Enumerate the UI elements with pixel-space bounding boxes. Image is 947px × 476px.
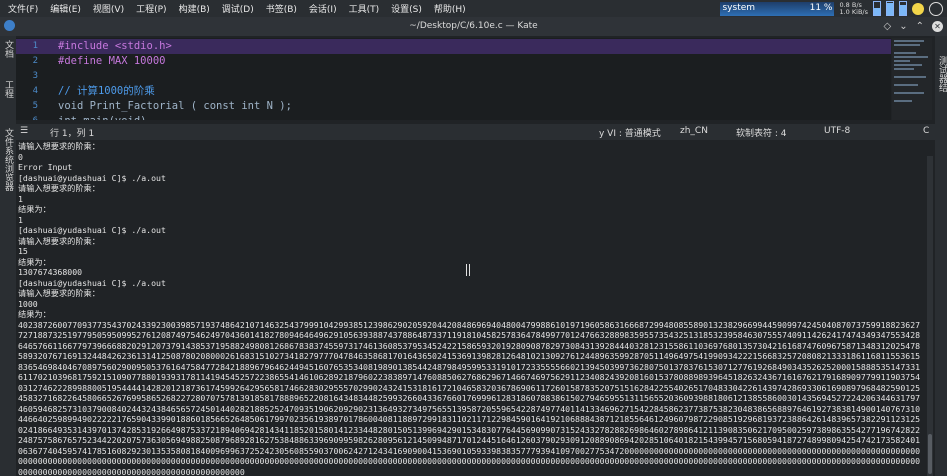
line-number: 1 xyxy=(32,41,38,51)
indent-setting[interactable]: 软制表符 : 4 xyxy=(736,126,786,139)
terminal-line: 结果为： xyxy=(18,204,51,214)
left-sidebar: 文档 工程 文件系统浏览器 xyxy=(0,36,16,476)
tab-right-panel[interactable]: 测试器结 xyxy=(936,56,947,92)
menu-bar: 文件(F) 编辑(E) 视图(V) 工程(P) 构建(B) 调试(D) 书签(B) 会话(I)… xyxy=(0,2,472,15)
code-line[interactable]: 3 xyxy=(16,69,891,84)
menu-item[interactable]: 视图(V) xyxy=(87,2,130,15)
terminal-line: Error Input xyxy=(18,162,73,172)
menu-item[interactable]: 文件(F) xyxy=(2,2,44,15)
input-mode[interactable]: y VI : 普通模式 xyxy=(599,126,661,139)
terminal-line: 请输入想要求的阶乘： xyxy=(18,235,100,246)
menu-item[interactable]: 工具(T) xyxy=(343,2,386,15)
code-text: // 计算1000的阶乘 xyxy=(58,85,155,97)
terminal-scrollbar[interactable] xyxy=(927,156,933,476)
code-text: #include <stdio.h> xyxy=(58,40,172,52)
code-text: #define MAX 10000 xyxy=(58,55,166,67)
terminal-output-block: 4023872600770937735437024339230039857193… xyxy=(18,319,921,476)
line-number: 4 xyxy=(32,86,38,96)
code-line[interactable]: 4 // 计算1000的阶乘 xyxy=(16,84,891,99)
cpu-bar[interactable] xyxy=(873,1,881,16)
code-line[interactable]: 6 int main(void) xyxy=(16,114,891,120)
terminal-line: 请输入想要求的阶乘： xyxy=(18,141,100,151)
maximize-icon[interactable]: ⌃ xyxy=(916,21,924,32)
system-tray: system 11 % 0.8 B/s 1.0 KiB/s xyxy=(720,0,947,17)
right-sidebar: 测试器结 xyxy=(935,36,947,476)
terminal-line: 请输入想要求的阶乘： xyxy=(18,183,100,193)
terminal-line: [dashuai@yudashuai C]$ ./a.out xyxy=(18,225,166,235)
terminal-line: 0 xyxy=(18,151,23,162)
menu-item[interactable]: 编辑(E) xyxy=(44,2,87,15)
terminal-line: [dashuai@yudashuai C]$ ./a.out xyxy=(18,172,166,183)
terminal-line: 结果为： xyxy=(18,256,51,267)
terminal-panel[interactable]: 请输入想要求的阶乘： 0 Error Input [dashuai@yudashuai… xyxy=(16,141,927,476)
swap-bar[interactable] xyxy=(899,1,907,16)
code-text: void Print_Factorial ( const int N ); xyxy=(58,100,292,112)
display-icon[interactable] xyxy=(929,1,943,16)
cpu-percent: 11 % xyxy=(809,2,833,13)
monitor-label: system xyxy=(722,2,756,13)
syntax-mode[interactable]: C xyxy=(923,126,929,136)
menu-item[interactable]: 构建(B) xyxy=(173,2,216,15)
terminal-line: 1307674368000 xyxy=(18,267,83,277)
window-title: ~/Desktop/C/6.10e.c — Kate xyxy=(0,17,947,36)
tab-projects[interactable]: 工程 xyxy=(2,80,15,98)
menu-item[interactable]: 书签(B) xyxy=(260,2,303,15)
menu-item[interactable]: 会话(I) xyxy=(303,2,343,15)
sidebar-toggle-icon[interactable]: ☰ xyxy=(20,126,28,136)
network-speed[interactable]: 0.8 B/s 1.0 KiB/s xyxy=(839,1,868,16)
line-number: 5 xyxy=(32,101,38,111)
minimap[interactable] xyxy=(892,38,932,120)
line-number: 6 xyxy=(16,114,38,120)
window-controls: ◇ ⌄ ⌃ ✕ xyxy=(884,17,943,36)
code-text: int main(void) xyxy=(58,114,147,120)
menu-item[interactable]: 设置(S) xyxy=(385,2,428,15)
net-down: 1.0 KiB/s xyxy=(839,7,868,16)
code-line[interactable]: 1 #include <stdio.h> xyxy=(16,39,891,54)
system-monitor-widget[interactable]: system 11 % xyxy=(720,1,835,16)
tab-filesystem-browser[interactable]: 文件系统浏览器 xyxy=(2,128,15,191)
terminal-line: 结果为： xyxy=(18,309,51,319)
terminal-line: [dashuai@yudashuai C]$ ./a.out xyxy=(18,277,166,288)
close-icon[interactable]: ✕ xyxy=(932,21,943,32)
code-line[interactable]: 5 void Print_Factorial ( const int N ); xyxy=(16,99,891,114)
editor-status-bar: ☰ 行 1，列 1 y VI : 普通模式 zh_CN 软制表符 : 4 UTF… xyxy=(16,124,935,140)
menu-item[interactable]: 工程(P) xyxy=(130,2,172,15)
code-editor[interactable]: 1 #include <stdio.h> 2 #define MAX 10000 3 4 /… xyxy=(16,38,891,120)
tab-documents[interactable]: 文档 xyxy=(2,40,15,58)
line-number: 2 xyxy=(32,56,38,66)
menu-item[interactable]: 帮助(H) xyxy=(428,2,472,15)
cursor-position[interactable]: 行 1，列 1 xyxy=(50,126,94,139)
menu-item[interactable]: 调试(D) xyxy=(216,2,260,15)
terminal-line: 1 xyxy=(18,214,23,225)
line-number: 3 xyxy=(32,71,38,81)
terminal-line: 1000 xyxy=(18,298,38,309)
terminal-line: 请输入想要求的阶乘： xyxy=(18,288,100,298)
terminal-line: 15 xyxy=(18,246,28,256)
system-menubar: 文件(F) 编辑(E) 视图(V) 工程(P) 构建(B) 调试(D) 书签(B) 会话(I)… xyxy=(0,0,947,17)
kate-app-icon[interactable] xyxy=(4,20,15,31)
text-cursor-icon xyxy=(466,264,470,276)
encoding[interactable]: UTF-8 xyxy=(824,126,850,136)
memory-bar[interactable] xyxy=(886,1,894,16)
code-line[interactable]: 2 #define MAX 10000 xyxy=(16,54,891,69)
dictionary-language[interactable]: zh_CN xyxy=(680,126,708,136)
notification-icon[interactable] xyxy=(912,2,924,15)
terminal-line: 1 xyxy=(18,193,23,204)
minimize-icon[interactable]: ⌄ xyxy=(899,21,907,32)
pin-icon[interactable]: ◇ xyxy=(884,21,892,32)
